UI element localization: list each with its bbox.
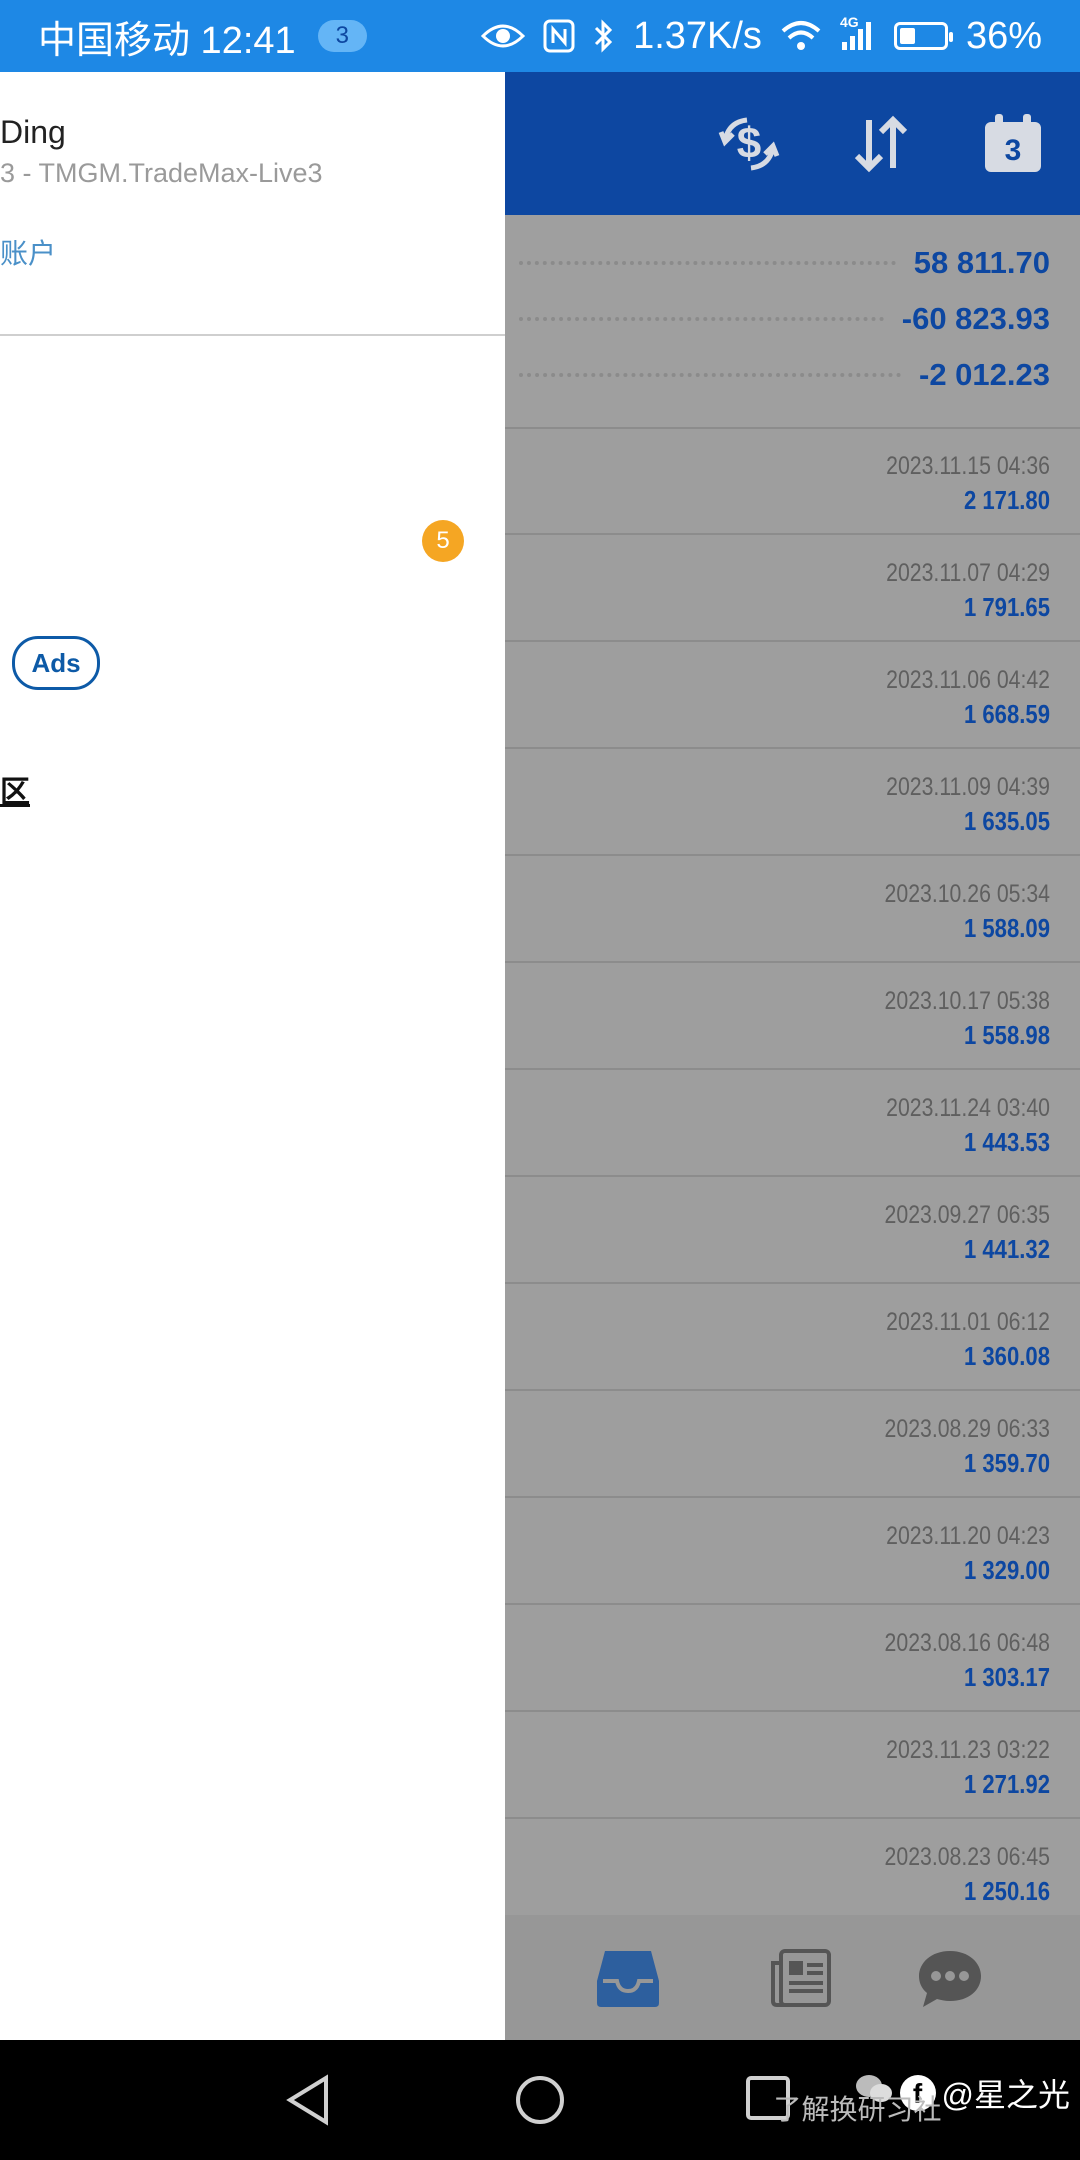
ads-badge[interactable]: Ads bbox=[12, 636, 100, 690]
deal-row[interactable]: 2023.09.27 06:35 1 441.32 bbox=[505, 1177, 1080, 1284]
nav-chat-icon[interactable] bbox=[917, 1947, 983, 2009]
wifi-icon bbox=[780, 19, 822, 53]
deal-row[interactable]: 2023.11.01 06:12 1 360.08 bbox=[505, 1284, 1080, 1391]
deal-row[interactable]: 2023.08.16 06:48 1 303.17 bbox=[505, 1605, 1080, 1712]
calendar-icon[interactable]: 3 bbox=[981, 112, 1045, 176]
carrier-time: 中国移动 12:41 bbox=[38, 19, 296, 62]
deal-date: 2023.08.23 06:45 bbox=[884, 1843, 1050, 1871]
deal-row[interactable]: 2023.11.15 04:36 2 171.80 bbox=[505, 428, 1080, 535]
deal-date: 2023.08.16 06:48 bbox=[884, 1629, 1050, 1657]
sort-icon[interactable] bbox=[849, 112, 913, 176]
account-server: 3 - TMGM.TradeMax-Live3 bbox=[0, 158, 323, 188]
deal-row[interactable]: 2023.10.17 05:38 1 558.98 bbox=[505, 963, 1080, 1070]
deal-amount: 1 558.98 bbox=[963, 1020, 1050, 1050]
deal-amount: 1 250.16 bbox=[963, 1876, 1050, 1906]
deal-amount: 2 171.80 bbox=[963, 485, 1050, 515]
back-icon[interactable] bbox=[286, 2074, 330, 2131]
home-icon[interactable] bbox=[514, 2074, 566, 2131]
cellular-signal-icon: 4G bbox=[840, 14, 876, 52]
watermark: f @星之光 了解换研习社 bbox=[774, 2070, 1071, 2125]
deal-amount: 1 303.17 bbox=[963, 1662, 1050, 1692]
battery-icon bbox=[893, 22, 953, 50]
deal-date: 2023.11.23 03:22 bbox=[886, 1736, 1050, 1764]
deal-date: 2023.11.15 04:36 bbox=[886, 452, 1050, 480]
system-navigation-bar: f @星之光 了解换研习社 bbox=[0, 2040, 1080, 2160]
deal-row[interactable]: 2023.11.23 03:22 1 271.92 bbox=[505, 1712, 1080, 1819]
notification-count-badge: 3 bbox=[317, 20, 368, 52]
summary-row: -2 012.23 bbox=[519, 347, 1050, 403]
deal-amount: 1 443.53 bbox=[963, 1127, 1050, 1157]
network-speed: 1.37K/s bbox=[633, 14, 762, 57]
signal-label: 4G bbox=[839, 14, 859, 30]
drawer-divider bbox=[0, 334, 505, 336]
deal-date: 2023.11.09 04:39 bbox=[886, 773, 1050, 801]
deal-row[interactable]: 2023.11.07 04:29 1 791.65 bbox=[505, 535, 1080, 642]
summary-row: 58 811.70 bbox=[519, 235, 1050, 291]
deal-date: 2023.11.06 04:42 bbox=[886, 666, 1050, 694]
missing-glyph: 区 bbox=[0, 776, 30, 809]
deal-date: 2023.08.29 06:33 bbox=[884, 1415, 1050, 1443]
deal-amount: 1 271.92 bbox=[963, 1769, 1050, 1799]
deal-date: 2023.11.01 06:12 bbox=[886, 1308, 1050, 1336]
deal-amount: 1 360.08 bbox=[963, 1341, 1050, 1371]
bluetooth-icon bbox=[593, 19, 615, 53]
deal-amount: 1 791.65 bbox=[963, 592, 1050, 622]
summary-value: -2 012.23 bbox=[919, 357, 1050, 392]
summary-value: 58 811.70 bbox=[913, 245, 1050, 280]
notification-badge: 5 bbox=[422, 520, 464, 562]
watermark-sub: 了解换研习社 bbox=[773, 2094, 942, 2125]
deal-date: 2023.10.17 05:38 bbox=[884, 987, 1050, 1015]
nav-news-icon[interactable] bbox=[767, 1947, 833, 2009]
app-header: $ 3 bbox=[505, 72, 1080, 215]
svg-text:$: $ bbox=[737, 119, 761, 168]
deal-row[interactable]: 2023.08.23 06:45 1 250.16 bbox=[505, 1819, 1080, 1926]
deal-date: 2023.11.07 04:29 bbox=[886, 559, 1050, 587]
bottom-navigation bbox=[505, 1915, 1080, 2040]
nav-inbox-icon[interactable] bbox=[595, 1947, 661, 2009]
deal-row[interactable]: 2023.11.06 04:42 1 668.59 bbox=[505, 642, 1080, 749]
eye-icon bbox=[481, 21, 526, 51]
summary-row: -60 823.93 bbox=[519, 291, 1050, 347]
calendar-day: 3 bbox=[1004, 134, 1022, 167]
deal-row[interactable]: 2023.10.26 05:34 1 588.09 bbox=[505, 856, 1080, 963]
battery-percent: 36% bbox=[965, 14, 1042, 57]
deal-amount: 1 668.59 bbox=[963, 699, 1050, 729]
deal-amount: 1 635.05 bbox=[963, 806, 1050, 836]
watermark-handle: @星之光 bbox=[941, 2077, 1071, 2113]
deal-date: 2023.09.27 06:35 bbox=[884, 1201, 1050, 1229]
deals-list: 2023.11.15 04:36 2 171.80 2023.11.07 04:2… bbox=[505, 428, 1080, 1926]
manage-accounts-link[interactable]: 账户 bbox=[0, 232, 56, 272]
deal-amount: 1 329.00 bbox=[963, 1555, 1050, 1585]
deal-row[interactable]: 2023.11.20 04:23 1 329.00 bbox=[505, 1498, 1080, 1605]
deal-row[interactable]: 2023.11.24 03:40 1 443.53 bbox=[505, 1070, 1080, 1177]
status-bar: 中国移动 12:41 3 1.37K/s 4G 36% bbox=[0, 0, 1080, 72]
deal-row[interactable]: 2023.11.09 04:39 1 635.05 bbox=[505, 749, 1080, 856]
deal-date: 2023.11.24 03:40 bbox=[886, 1094, 1050, 1122]
deal-row[interactable]: 2023.08.29 06:33 1 359.70 bbox=[505, 1391, 1080, 1498]
deal-date: 2023.11.20 04:23 bbox=[886, 1522, 1050, 1550]
account-summary: 58 811.70 -60 823.93 -2 012.23 bbox=[505, 215, 1080, 429]
currency-exchange-icon[interactable]: $ bbox=[717, 112, 781, 176]
deal-amount: 1 588.09 bbox=[963, 913, 1050, 943]
deal-amount: 1 441.32 bbox=[963, 1234, 1050, 1264]
deal-amount: 1 359.70 bbox=[963, 1448, 1050, 1478]
user-name: Ding bbox=[0, 114, 66, 150]
deal-date: 2023.10.26 05:34 bbox=[884, 880, 1050, 908]
navigation-drawer: Ding 3 - TMGM.TradeMax-Live3 账户 5 Ads 区 bbox=[0, 72, 505, 2040]
summary-value: -60 823.93 bbox=[901, 301, 1050, 336]
nfc-icon bbox=[543, 19, 575, 53]
